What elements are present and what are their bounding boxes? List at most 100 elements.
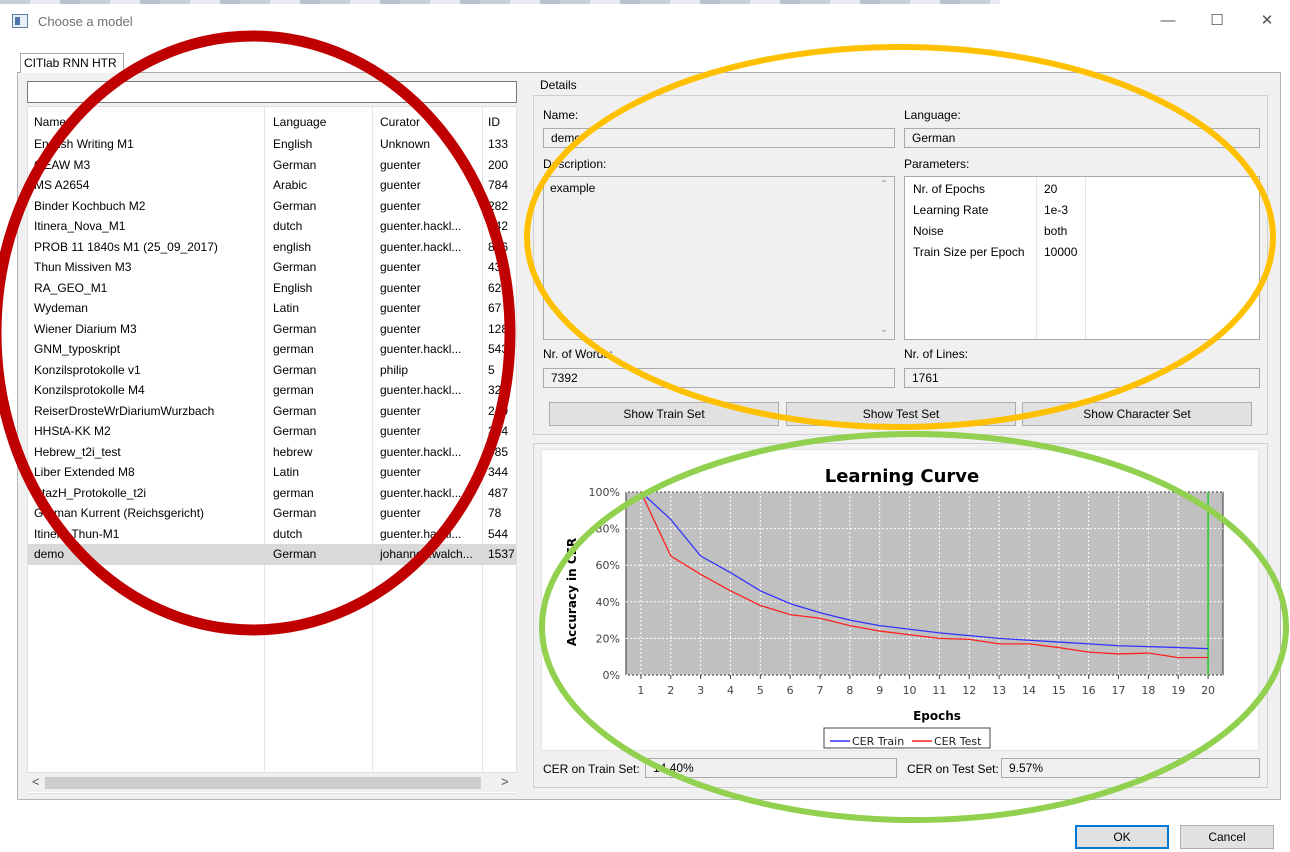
x-tick-label: 11 [932, 684, 946, 697]
cell-name: demo [34, 547, 65, 561]
cell-language: German [273, 157, 317, 172]
ok-button[interactable]: OK [1075, 825, 1169, 849]
cell-name: RA_GEO_M1 [34, 280, 108, 295]
cell-language: German [273, 198, 317, 213]
table-row[interactable]: Hebrew_t2i_test hebrew guenter.hackl... 485 [28, 442, 516, 463]
x-tick-label: 20 [1201, 684, 1215, 697]
name-field[interactable]: demo [543, 128, 895, 148]
y-tick-label: 20% [596, 632, 620, 645]
table-row[interactable]: Itinera-Thun-M1 dutch guenter.hackl... 544 [28, 524, 516, 545]
cell-language: German [273, 260, 317, 274]
show-character-set-button[interactable]: Show Character Set [1022, 402, 1252, 426]
x-tick-label: 7 [817, 684, 824, 697]
scroll-left-icon[interactable]: < [32, 774, 40, 789]
cell-id: 544 [488, 526, 509, 541]
close-button[interactable]: ✕ [1252, 10, 1282, 32]
show-train-set-button[interactable]: Show Train Set [549, 402, 779, 426]
x-tick-label: 13 [992, 684, 1006, 697]
table-row[interactable]: ReiserDrosteWrDiariumWurzbach German guent… [28, 401, 516, 422]
cell-name: MS A2654 [34, 178, 90, 192]
cell-name: Itinera-Thun-M1 [34, 526, 120, 541]
x-tick-label: 3 [697, 684, 704, 697]
lines-field[interactable]: 1761 [904, 368, 1260, 388]
words-field[interactable]: 7392 [543, 368, 895, 388]
cell-language: Latin [273, 465, 300, 479]
language-field[interactable]: German [904, 128, 1260, 148]
param-name: Noise [913, 224, 944, 238]
cell-curator: Unknown [380, 137, 431, 151]
cell-name: PROB 11 1840s M1 (25_09_2017) [34, 239, 218, 254]
table-row[interactable]: GNM_typoskript german guenter.hackl... 543 [28, 339, 516, 360]
language-label: Language: [904, 108, 961, 122]
table-row[interactable]: Konzilsprotokolle v1 German philip 5 [28, 360, 516, 381]
cell-language: german [273, 342, 314, 356]
table-row[interactable]: RA_GEO_M1 English guenter 624 [28, 278, 516, 299]
cell-curator: guenter [380, 260, 421, 274]
table-row[interactable]: English Writing M1 English Unknown 133 [28, 134, 516, 155]
table-row[interactable]: German Kurrent (Reichsgericht) German guen… [28, 503, 516, 524]
horizontal-scrollbar[interactable]: < > [27, 772, 517, 792]
cell-curator: guenter [380, 301, 421, 315]
title-bar [0, 0, 1290, 42]
x-tick-label: 8 [846, 684, 853, 697]
table-row[interactable]: OEAW M3 German guenter 200 [28, 155, 516, 176]
table-row[interactable]: Wiener Diarium M3 German guenter 128 [28, 319, 516, 340]
table-row[interactable]: Binder Kochbuch M2 German guenter 282 [28, 196, 516, 217]
cell-name: OEAW M3 [34, 157, 91, 172]
description-textarea[interactable]: example ⌃ ⌄ [543, 176, 895, 340]
cell-language: German [273, 547, 317, 561]
cer-test-field[interactable]: 9.57% [1001, 758, 1260, 778]
cer-train-label: CER on Train Set: [543, 762, 640, 776]
cell-id: 624 [488, 280, 509, 295]
cell-curator: guenter [380, 280, 421, 295]
cell-language: Arabic [273, 178, 308, 192]
cell-id: 128 [488, 321, 509, 336]
cer-train-field[interactable]: 14.40% [645, 758, 897, 778]
model-table[interactable]: Name Language Curator ID English Writing… [27, 106, 517, 794]
scroll-up-icon[interactable]: ⌃ [880, 179, 888, 190]
table-row[interactable]: Thun Missiven M3 German guenter 437 [28, 257, 516, 278]
column-header-id[interactable]: ID [488, 115, 500, 135]
column-header-language[interactable]: Language [273, 115, 326, 135]
cell-id: 485 [488, 444, 509, 459]
x-tick-label: 5 [757, 684, 764, 697]
cell-curator: guenter [380, 157, 421, 172]
cell-curator: guenter.hackl... [380, 383, 462, 397]
filter-input[interactable] [27, 81, 517, 103]
tab-citlab-rnn-htr[interactable]: CITlab RNN HTR [20, 53, 124, 73]
minimize-button[interactable]: — [1153, 10, 1183, 32]
table-row[interactable]: PROB 11 1840s M1 (25_09_2017) english guen… [28, 237, 516, 258]
cell-language: dutch [273, 219, 303, 233]
cer-test-label: CER on Test Set: [907, 762, 999, 776]
cell-name: Liber Extended M8 [34, 465, 135, 479]
cell-id: 543 [488, 342, 509, 356]
scroll-down-icon[interactable]: ⌄ [880, 324, 888, 335]
cell-curator: philip [380, 362, 409, 377]
table-row[interactable]: demo German johannes.walch... 1537 [28, 544, 516, 565]
table-row[interactable]: Konzilsprotokolle M4 german guenter.hackl.… [28, 380, 516, 401]
cancel-button[interactable]: Cancel [1180, 825, 1274, 849]
y-axis-ticks: 0% 20% 40% 60% 80% 100% [589, 486, 620, 682]
column-header-curator[interactable]: Curator [380, 115, 420, 135]
param-name: Nr. of Epochs [913, 182, 986, 196]
scroll-right-icon[interactable]: > [501, 774, 509, 789]
table-row[interactable]: StazH_Protokolle_t2i german guenter.hackl.… [28, 483, 516, 504]
table-row[interactable]: Itinera_Nova_M1 dutch guenter.hackl... 542 [28, 216, 516, 237]
table-row[interactable]: MS A2654 Arabic guenter 784 [28, 175, 516, 196]
scroll-thumb[interactable] [45, 777, 481, 789]
y-tick-label: 80% [596, 523, 620, 536]
cell-curator: guenter.hackl... [380, 239, 462, 254]
x-tick-label: 15 [1052, 684, 1066, 697]
parameters-table[interactable]: Nr. of Epochs 20 Learning Rate 1e-3 Noise bot… [904, 176, 1260, 340]
cell-name: Thun Missiven M3 [34, 260, 132, 274]
show-test-set-button[interactable]: Show Test Set [786, 402, 1016, 426]
table-row[interactable]: Liber Extended M8 Latin guenter 344 [28, 462, 516, 483]
table-row[interactable]: HHStA-KK M2 German guenter 324 [28, 421, 516, 442]
maximize-button[interactable]: ☐ [1202, 10, 1232, 32]
table-row[interactable]: Wydeman Latin guenter 67 [28, 298, 516, 319]
column-header-name[interactable]: Name [34, 115, 66, 135]
chart-container: Learning Curve 0% 20% 40% 60% 80% 100% 123456… [541, 449, 1259, 751]
cell-name: Konzilsprotokolle M4 [34, 383, 145, 397]
cell-curator: guenter.hackl... [380, 485, 462, 500]
cell-id: 5 [488, 362, 495, 377]
